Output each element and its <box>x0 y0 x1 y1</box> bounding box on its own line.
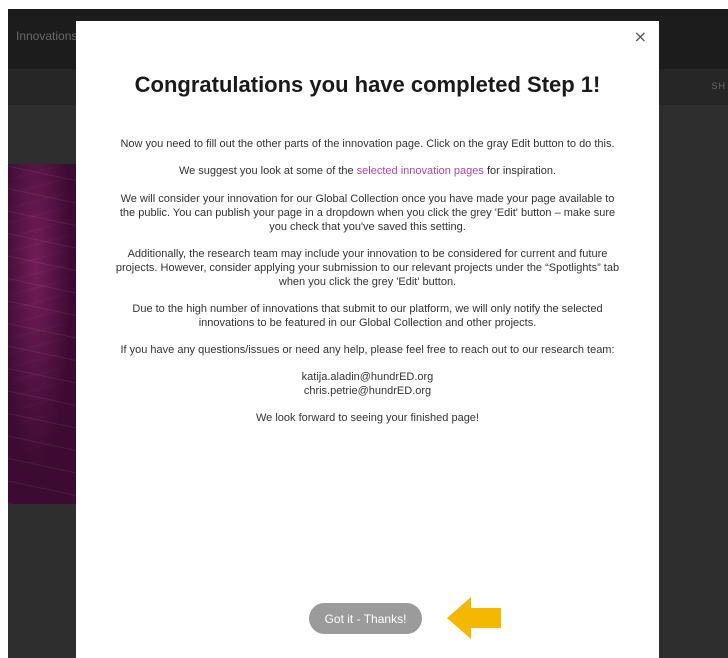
modal-body: Now you need to fill out the other parts… <box>114 137 621 438</box>
got-it-button[interactable]: Got it - Thanks! <box>309 603 422 634</box>
contact-email-chris[interactable]: chris.petrie@hundrED.org <box>114 384 621 398</box>
suggestion-suffix: for inspiration. <box>483 165 557 177</box>
contact-list: katija.aladin@hundrED.org chris.petrie@h… <box>114 370 621 398</box>
background-sub-bar-text: SH <box>711 81 726 91</box>
instructions-paragraph: Now you need to fill out the other parts… <box>120 138 615 150</box>
contact-email-katija[interactable]: katija.aladin@hundrED.org <box>114 370 621 384</box>
modal-title: Congratulations you have completed Step … <box>134 72 601 97</box>
suggestion-paragraph: We suggest you look at some of the selec… <box>114 164 621 178</box>
background-hero-image <box>8 164 78 504</box>
research-team-paragraph: Additionally, the research team may incl… <box>115 248 620 288</box>
arrow-shape <box>447 597 501 639</box>
step-complete-modal: × Congratulations you have completed Ste… <box>76 21 659 658</box>
closing-paragraph: We look forward to seeing your finished … <box>256 412 479 424</box>
selected-innovation-pages-link[interactable]: selected innovation pages <box>357 165 484 177</box>
help-paragraph: If you have any questions/issues or need… <box>120 344 615 356</box>
global-collection-paragraph: We will consider your innovation for our… <box>119 193 616 233</box>
notification-paragraph: Due to the high number of innovations th… <box>132 303 603 329</box>
close-icon[interactable]: × <box>634 27 647 47</box>
page-frame: Innovations SH × Congratulations you hav… <box>0 0 728 658</box>
suggestion-prefix: We suggest you look at some of the <box>178 165 357 177</box>
hero-image-texture <box>8 164 78 504</box>
arrow-left-icon <box>447 597 501 639</box>
background-brand-text: Innovations <box>16 29 78 43</box>
